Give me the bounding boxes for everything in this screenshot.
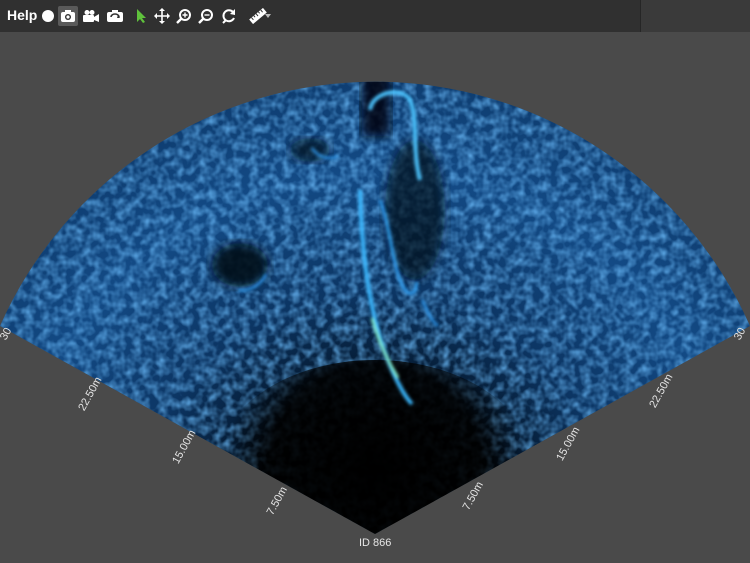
record-icon[interactable]: [38, 6, 58, 26]
video-camera-icon[interactable]: [81, 6, 101, 26]
chevron-down-icon[interactable]: [262, 6, 274, 26]
switch-camera-icon[interactable]: [105, 6, 125, 26]
camera-icon[interactable]: [58, 6, 78, 26]
pointer-icon[interactable]: [131, 6, 151, 26]
toolbar-right-panel: [640, 0, 750, 32]
sonar-id-label: ID 866: [359, 537, 392, 549]
sonar-fan-image: [0, 81, 750, 535]
toolbar: Help: [0, 0, 750, 32]
zoom-in-icon[interactable]: [174, 6, 194, 26]
zoom-out-icon[interactable]: [196, 6, 216, 26]
move-icon[interactable]: [152, 6, 172, 26]
reset-view-icon[interactable]: [219, 6, 239, 26]
help-button[interactable]: Help: [7, 7, 37, 23]
sonar-viewport[interactable]: 7.50m 15.00m 22.50m 30 7.50m 15.00m 22.5…: [0, 32, 750, 563]
